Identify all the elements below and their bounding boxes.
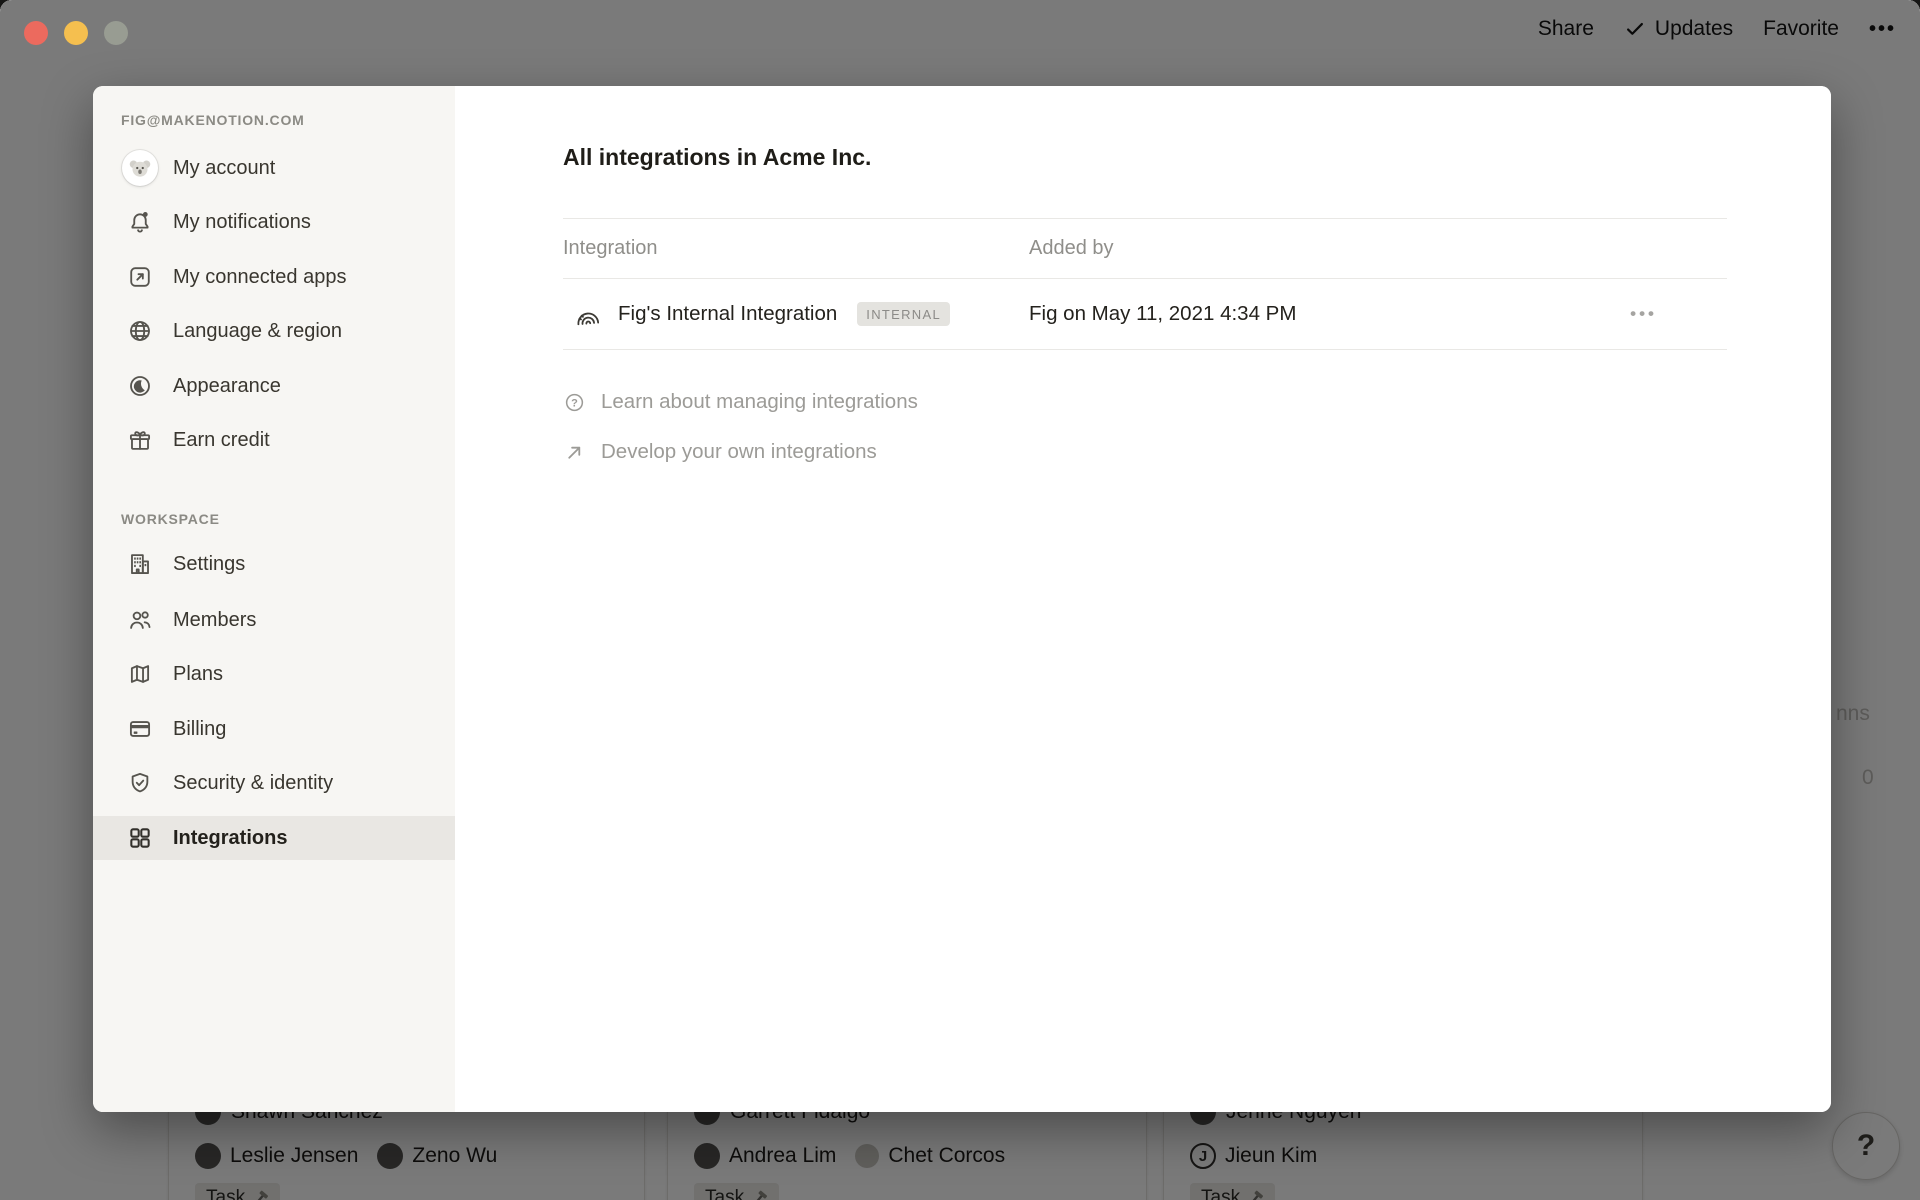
sidebar-item-label: Earn credit bbox=[173, 429, 270, 452]
sidebar-item-my-notifications[interactable]: My notifications bbox=[93, 200, 455, 244]
sidebar-item-label: Language & region bbox=[173, 320, 342, 343]
sidebar-item-security-identity[interactable]: Security & identity bbox=[93, 761, 455, 805]
sidebar-item-label: Plans bbox=[173, 663, 223, 686]
sidebar-item-label: Integrations bbox=[173, 827, 287, 850]
integrations-panel: All integrations in Acme Inc. Integratio… bbox=[455, 86, 1831, 1112]
settings-sidebar: FIG@MAKENOTION.COM My account My notific… bbox=[93, 86, 455, 1112]
column-header-integration: Integration bbox=[563, 237, 1029, 260]
bell-dot-icon bbox=[127, 209, 153, 235]
sidebar-item-billing[interactable]: Billing bbox=[93, 707, 455, 751]
added-by-text: Fig on May 11, 2021 4:34 PM bbox=[1029, 302, 1296, 326]
map-icon bbox=[127, 661, 153, 687]
account-section-header: FIG@MAKENOTION.COM bbox=[121, 112, 305, 128]
sidebar-item-members[interactable]: Members bbox=[93, 598, 455, 642]
globe-icon bbox=[127, 318, 153, 344]
close-window-button[interactable] bbox=[24, 21, 48, 45]
app-window: Share Updates Favorite ••• bbox=[0, 0, 1920, 1200]
develop-integrations-link[interactable]: Develop your own integrations bbox=[563, 437, 877, 467]
integrations-table: Integration Added by Fig's Internal Inte… bbox=[563, 218, 1727, 350]
sidebar-item-language-region[interactable]: Language & region bbox=[93, 309, 455, 353]
workspace-section-header: WORKSPACE bbox=[121, 511, 220, 527]
column-header-added-by: Added by bbox=[1029, 237, 1727, 260]
sidebar-item-label: Billing bbox=[173, 718, 226, 741]
sidebar-item-label: My connected apps bbox=[173, 266, 346, 289]
question-circle-icon: ? bbox=[563, 391, 586, 414]
integration-name: Fig's Internal Integration bbox=[618, 302, 837, 326]
arrow-up-right-icon bbox=[563, 441, 586, 464]
sidebar-item-label: Members bbox=[173, 609, 256, 632]
sidebar-item-label: Security & identity bbox=[173, 772, 333, 795]
sidebar-item-my-connected-apps[interactable]: My connected apps bbox=[93, 255, 455, 299]
user-avatar-icon bbox=[122, 150, 158, 186]
shield-check-icon bbox=[127, 770, 153, 796]
row-menu-button[interactable]: ••• bbox=[1630, 304, 1657, 324]
zoom-window-button[interactable] bbox=[104, 21, 128, 45]
settings-modal: FIG@MAKENOTION.COM My account My notific… bbox=[93, 86, 1831, 1112]
external-app-icon bbox=[127, 264, 153, 290]
people-icon bbox=[127, 607, 153, 633]
link-label: Learn about managing integrations bbox=[601, 390, 918, 414]
table-row[interactable]: Fig's Internal Integration INTERNAL Fig … bbox=[563, 279, 1727, 350]
table-header-row: Integration Added by bbox=[563, 218, 1727, 279]
sidebar-item-plans[interactable]: Plans bbox=[93, 652, 455, 696]
gift-icon bbox=[127, 427, 153, 453]
window-controls bbox=[24, 21, 128, 45]
sidebar-item-label: My notifications bbox=[173, 211, 311, 234]
sidebar-item-my-account[interactable]: My account bbox=[93, 146, 455, 190]
svg-text:?: ? bbox=[571, 397, 578, 409]
sidebar-item-settings[interactable]: Settings bbox=[93, 542, 455, 586]
added-by-cell: Fig on May 11, 2021 4:34 PM bbox=[1029, 302, 1727, 326]
link-label: Develop your own integrations bbox=[601, 440, 877, 464]
sidebar-item-label: Settings bbox=[173, 553, 245, 576]
sidebar-item-earn-credit[interactable]: Earn credit bbox=[93, 418, 455, 462]
integration-logo-icon bbox=[572, 298, 603, 329]
integration-cell: Fig's Internal Integration INTERNAL bbox=[563, 300, 1029, 329]
page-title: All integrations in Acme Inc. bbox=[563, 142, 871, 172]
sidebar-item-integrations[interactable]: Integrations bbox=[93, 816, 455, 860]
minimize-window-button[interactable] bbox=[64, 21, 88, 45]
credit-card-icon bbox=[127, 716, 153, 742]
building-icon bbox=[127, 551, 153, 577]
sidebar-item-appearance[interactable]: Appearance bbox=[93, 364, 455, 408]
internal-badge: INTERNAL bbox=[857, 302, 950, 326]
grid-icon bbox=[127, 825, 153, 851]
sidebar-item-label: Appearance bbox=[173, 375, 281, 398]
moon-icon bbox=[127, 373, 153, 399]
learn-integrations-link[interactable]: ? Learn about managing integrations bbox=[563, 387, 918, 417]
sidebar-item-label: My account bbox=[173, 157, 275, 180]
